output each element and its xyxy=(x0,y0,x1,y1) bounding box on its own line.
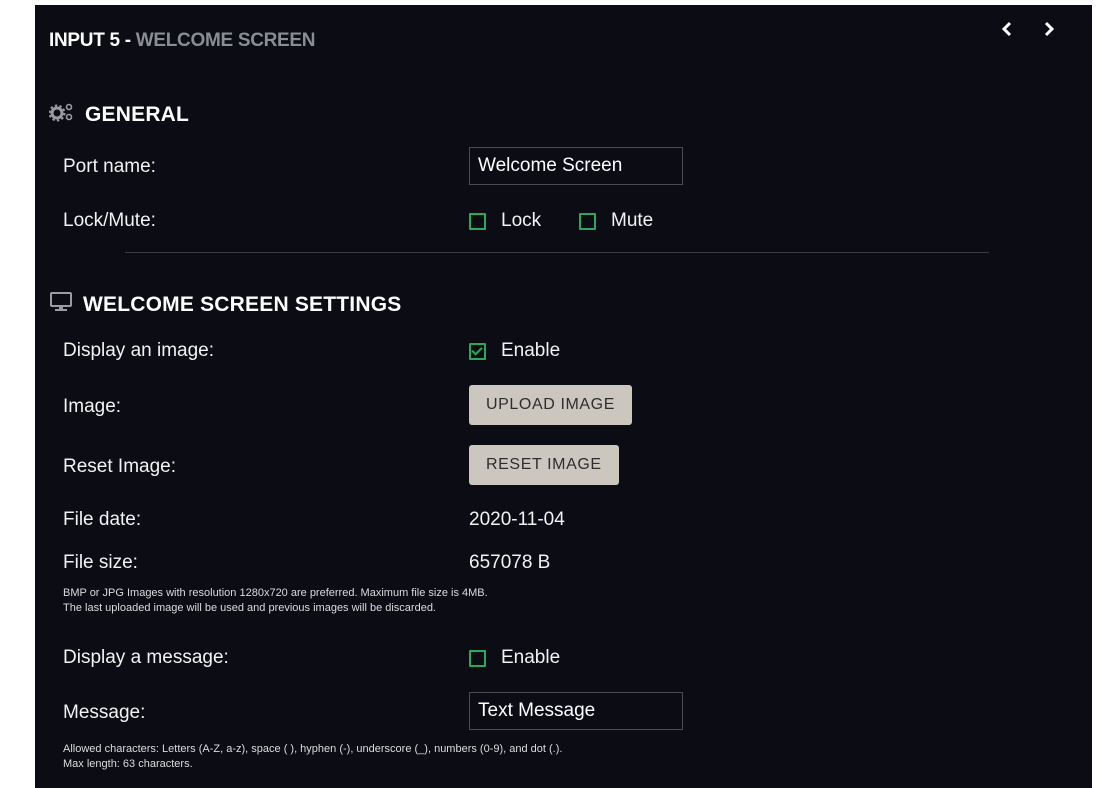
general-section-title: GENERAL xyxy=(48,102,190,128)
mute-checkbox-label: Mute xyxy=(611,210,654,231)
page-title-main: INPUT 5 - xyxy=(49,30,136,51)
display-image-checkbox[interactable]: Enable xyxy=(469,340,560,362)
page-title-sub: WELCOME SCREEN xyxy=(135,30,316,51)
lock-checkbox-box[interactable] xyxy=(469,212,486,230)
file-size-label: File size: xyxy=(63,552,138,573)
lock-mute-label: Lock/Mute: xyxy=(63,210,156,231)
monitor-icon xyxy=(49,291,83,319)
display-image-checkbox-box[interactable] xyxy=(469,342,486,360)
reset-image-label: Reset Image: xyxy=(63,456,176,477)
chevron-right-icon[interactable] xyxy=(1042,17,1056,43)
mute-checkbox-box[interactable] xyxy=(579,212,596,230)
lock-checkbox-label: Lock xyxy=(501,210,542,231)
lock-checkbox[interactable]: Lock xyxy=(469,210,541,232)
input-settings-panel: INPUT 5 - WELCOME SCREEN GENERAL Port na… xyxy=(35,5,1092,788)
image-help-line-1: BMP or JPG Images with resolution 1280x7… xyxy=(63,587,488,599)
message-label: Message: xyxy=(63,702,146,723)
mute-checkbox[interactable]: Mute xyxy=(579,210,653,232)
display-message-checkbox-box[interactable] xyxy=(469,649,486,667)
welcome-title-text: WELCOME SCREEN SETTINGS xyxy=(83,293,402,316)
section-divider xyxy=(125,252,989,253)
display-message-label: Display a message: xyxy=(63,647,229,668)
welcome-section-title: WELCOME SCREEN SETTINGS xyxy=(49,291,401,319)
message-help-line-2: Max length: 63 characters. xyxy=(63,758,193,770)
general-title-text: GENERAL xyxy=(85,103,190,126)
port-name-input[interactable] xyxy=(469,147,683,185)
chevron-left-icon[interactable] xyxy=(1000,17,1014,43)
port-name-label: Port name: xyxy=(63,156,156,177)
image-help-line-2: The last uploaded image will be used and… xyxy=(63,602,436,614)
message-help-line-1: Allowed characters: Letters (A-Z, a-z), … xyxy=(63,743,563,755)
display-message-enable-label: Enable xyxy=(501,647,561,668)
image-help-text: BMP or JPG Images with resolution 1280x7… xyxy=(63,586,488,616)
display-message-checkbox[interactable]: Enable xyxy=(469,647,560,669)
reset-image-button[interactable]: RESET IMAGE xyxy=(469,445,619,485)
display-image-label: Display an image: xyxy=(63,340,215,361)
message-help-text: Allowed characters: Letters (A-Z, a-z), … xyxy=(63,742,562,772)
gears-icon xyxy=(48,102,85,128)
display-image-enable-label: Enable xyxy=(501,340,561,361)
file-size-value: 657078 B xyxy=(469,552,551,573)
image-label: Image: xyxy=(63,396,122,417)
upload-image-button[interactable]: UPLOAD IMAGE xyxy=(469,385,633,425)
file-date-value: 2020-11-04 xyxy=(469,509,565,530)
file-date-label: File date: xyxy=(63,509,142,530)
message-input[interactable] xyxy=(469,692,683,730)
page-title: INPUT 5 - WELCOME SCREEN xyxy=(49,30,316,52)
